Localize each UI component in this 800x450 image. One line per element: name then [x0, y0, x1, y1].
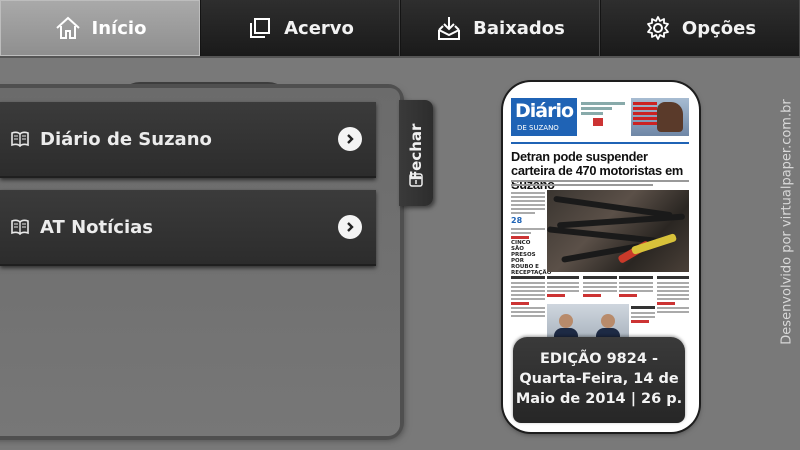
tab-label: Opções: [681, 17, 757, 39]
tab-baixados[interactable]: Baixados: [400, 0, 600, 56]
tab-label: Início: [91, 17, 147, 39]
close-drawer-handle[interactable]: Fechar: [399, 100, 433, 206]
close-panel-icon: [409, 173, 423, 187]
edition-info-box[interactable]: EDIÇÃO 9824 - Quarta-Feira, 14 de Maio d…: [513, 337, 685, 423]
side-column: [511, 192, 545, 216]
developer-credit: Desenvolvido por virtualpaper.com.br: [779, 99, 795, 345]
download-icon: [438, 17, 461, 40]
cover-teaser-image: [631, 98, 689, 136]
headline-subtext: [511, 180, 689, 186]
edition-line-3: Maio de 2014 | 26 p.: [515, 391, 683, 407]
newspaper-logo: Diário DE SUZANO: [511, 98, 577, 136]
logo-subtext: DE SUZANO: [517, 124, 559, 132]
tab-inicio[interactable]: Início: [0, 0, 200, 56]
top-tab-bar: Início Acervo Baixados Opções: [0, 0, 800, 58]
masthead-rule: [511, 142, 689, 144]
cover-number: 28: [511, 216, 523, 225]
list-item-label: Diário de Suzano: [40, 128, 212, 150]
masthead-info: [581, 100, 625, 134]
side-headline: CINCO SÃO PRESOS POR ROUBO E RECEPTAÇÃO: [511, 240, 552, 276]
cover-main-photo: [546, 190, 689, 272]
list-item-diario-de-suzano[interactable]: Diário de Suzano: [0, 102, 376, 178]
tab-label: Baixados: [473, 17, 565, 39]
publications-drawer: Diário de Suzano AT Notícias: [0, 88, 400, 436]
logo-text: Diário: [515, 100, 574, 122]
edition-line-2: Quarta-Feira, 14 de: [519, 371, 679, 387]
list-item-at-noticias[interactable]: AT Notícias: [0, 190, 376, 266]
flag-icon: [593, 118, 603, 126]
book-icon: [11, 131, 29, 148]
tab-opcoes[interactable]: Opções: [600, 0, 800, 56]
tab-label: Acervo: [284, 17, 354, 39]
tab-acervo[interactable]: Acervo: [200, 0, 400, 56]
cover-masthead: Diário DE SUZANO: [511, 98, 689, 138]
gear-icon: [647, 16, 669, 40]
chevron-right-icon[interactable]: [338, 215, 362, 239]
chevron-right-icon[interactable]: [338, 127, 362, 151]
edition-line-1: EDIÇÃO 9824 -: [540, 351, 658, 367]
book-icon: [11, 219, 29, 236]
copy-icon: [250, 18, 271, 38]
list-item-label: AT Notícias: [40, 216, 153, 238]
home-icon: [55, 16, 80, 39]
